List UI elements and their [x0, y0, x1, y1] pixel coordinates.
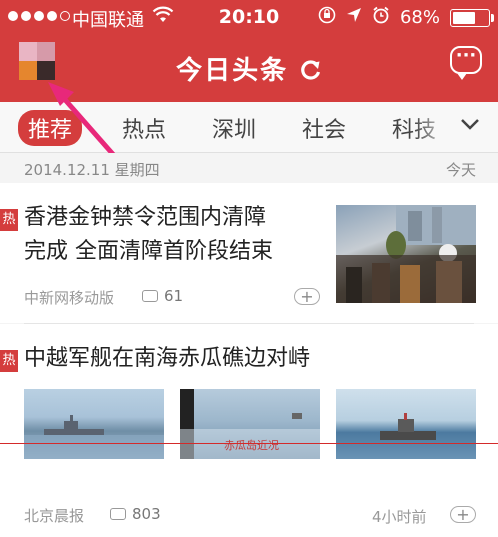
news-title[interactable]: 香港金钟禁令范围内清障 完成 全面清障首阶段结束 — [24, 201, 273, 269]
status-bar: 中国联通 20:10 68% — [0, 0, 498, 34]
today-label: 今天 — [445, 161, 476, 179]
news-title[interactable]: 中越军舰在南海赤瓜礁边对峙 — [24, 342, 310, 376]
comment-icon — [110, 508, 126, 520]
hot-badge: 热 — [0, 350, 18, 372]
alarm-icon — [372, 6, 390, 29]
news-source: 北京晨报 — [24, 507, 85, 525]
news-image[interactable]: 赤瓜岛近况 — [180, 389, 320, 459]
app-logo-text: 今日头条 — [176, 56, 289, 86]
date-bar: 2014.12.11 星期四 今天 — [0, 153, 498, 183]
news-image[interactable] — [336, 205, 476, 303]
image-caption: 赤瓜岛近况 — [224, 439, 279, 452]
location-icon — [346, 7, 362, 28]
refresh-icon[interactable] — [290, 60, 322, 85]
message-button[interactable]: ··· — [450, 45, 482, 80]
comment-icon — [142, 290, 158, 302]
more-button[interactable]: + — [450, 506, 476, 523]
more-button[interactable]: + — [294, 288, 320, 305]
chevron-down-icon[interactable] — [458, 112, 482, 142]
tab-society[interactable]: 社会 — [302, 112, 346, 144]
battery-icon — [450, 8, 494, 27]
list-item[interactable]: 热 中越军舰在南海赤瓜礁边对峙 赤瓜岛近况 北京晨报 803 4小时前 + — [0, 324, 498, 537]
news-image[interactable] — [24, 389, 164, 459]
annotation-line — [0, 443, 498, 444]
news-image[interactable] — [336, 389, 476, 459]
comment-count: 61 — [142, 287, 183, 305]
chat-icon: ··· — [455, 45, 477, 66]
news-source: 中新网移动版 — [24, 289, 115, 307]
news-time: 4小时前 — [372, 508, 427, 526]
hot-badge: 热 — [0, 209, 18, 231]
comment-count: 803 — [110, 505, 161, 523]
list-item[interactable]: 热 香港金钟禁令范围内清障 完成 全面清障首阶段结束 中新网移动版 61 + — [0, 183, 498, 323]
battery-percent: 68% — [399, 7, 440, 28]
tab-hot[interactable]: 热点 — [122, 112, 166, 144]
tab-shenzhen[interactable]: 深圳 — [212, 112, 256, 144]
date-label: 2014.12.11 星期四 — [24, 161, 160, 179]
orientation-lock-icon — [318, 6, 336, 29]
